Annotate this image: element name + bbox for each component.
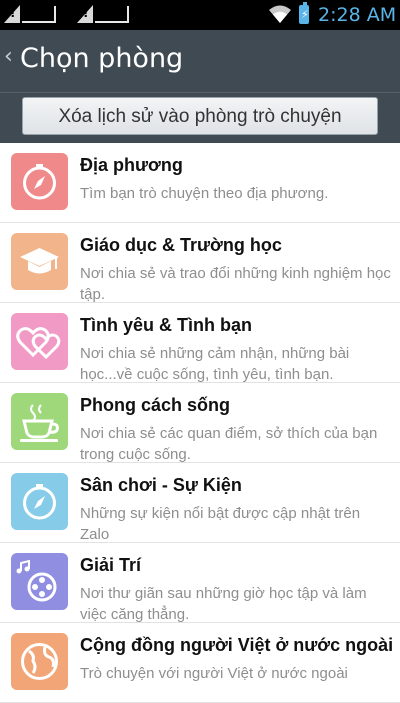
sim2-no-signal-icon: !: [77, 5, 131, 25]
room-item-events[interactable]: Sân chơi - Sự Kiện Những sự kiện nổi bật…: [0, 463, 400, 543]
room-title: Sân chơi - Sự Kiện: [80, 475, 242, 495]
room-item-education[interactable]: Giáo dục & Trường học Nơi chia sẻ và tra…: [0, 223, 400, 303]
room-title: Địa phương: [80, 155, 183, 175]
room-description: Nơi chia sẻ những cảm nhận, những bài họ…: [80, 345, 350, 383]
status-time: 2:28 AM: [318, 4, 397, 26]
compass-icon: [11, 473, 68, 530]
room-description: Những sự kiện nổi bật được cập nhật trên…: [80, 505, 361, 543]
room-title: Cộng đồng người Việt ở nước ngoài: [80, 635, 394, 655]
graduation-cap-icon: [11, 233, 68, 290]
room-item-overseas-vietnamese[interactable]: Cộng đồng người Việt ở nước ngoài Trò ch…: [0, 623, 400, 703]
page-title[interactable]: Chọn phòng: [20, 43, 183, 74]
room-item-local[interactable]: Địa phương Tìm bạn trò chuyện theo địa p…: [0, 143, 400, 223]
room-description: Nơi chia sẻ và trao đổi những kinh nghiệ…: [80, 265, 391, 303]
room-title: Tình yêu & Tình bạn: [80, 315, 252, 335]
room-description: Nơi thư giãn sau những giờ học tập và là…: [80, 585, 367, 623]
room-description: Tìm bạn trò chuyện theo địa phương.: [80, 185, 329, 202]
room-item-entertainment[interactable]: Giải Trí Nơi thư giãn sau những giờ học …: [0, 543, 400, 623]
chevron-left-icon[interactable]: ‹: [4, 44, 13, 69]
hearts-icon: [11, 313, 68, 370]
room-list: Địa phương Tìm bạn trò chuyện theo địa p…: [0, 143, 400, 703]
title-bar: ‹ Chọn phòng: [0, 30, 400, 92]
sim1-no-signal-icon: !: [4, 5, 58, 25]
battery-charging-icon: ⚡: [299, 2, 309, 24]
clear-history-bar: Xóa lịch sử vào phòng trò chuyện: [0, 92, 400, 143]
room-description: Trò chuyện với người Việt ở nước ngoài: [80, 665, 348, 682]
wifi-icon: [268, 4, 292, 24]
room-item-love-friendship[interactable]: Tình yêu & Tình bạn Nơi chia sẻ những cả…: [0, 303, 400, 383]
compass-icon: [11, 153, 68, 210]
room-description: Nơi chia sẻ các quan điểm, sở thích của …: [80, 425, 378, 463]
film-reel-music-icon: [11, 553, 68, 610]
coffee-cup-icon: [11, 393, 68, 450]
status-bar: ! ! ⚡ 2:28 AM: [0, 0, 400, 30]
room-title: Giáo dục & Trường học: [80, 235, 282, 255]
globe-icon: [11, 633, 68, 690]
room-item-lifestyle[interactable]: Phong cách sống Nơi chia sẻ các quan điể…: [0, 383, 400, 463]
room-title: Giải Trí: [80, 555, 142, 575]
clear-history-button[interactable]: Xóa lịch sử vào phòng trò chuyện: [22, 97, 378, 135]
room-title: Phong cách sống: [80, 395, 231, 415]
